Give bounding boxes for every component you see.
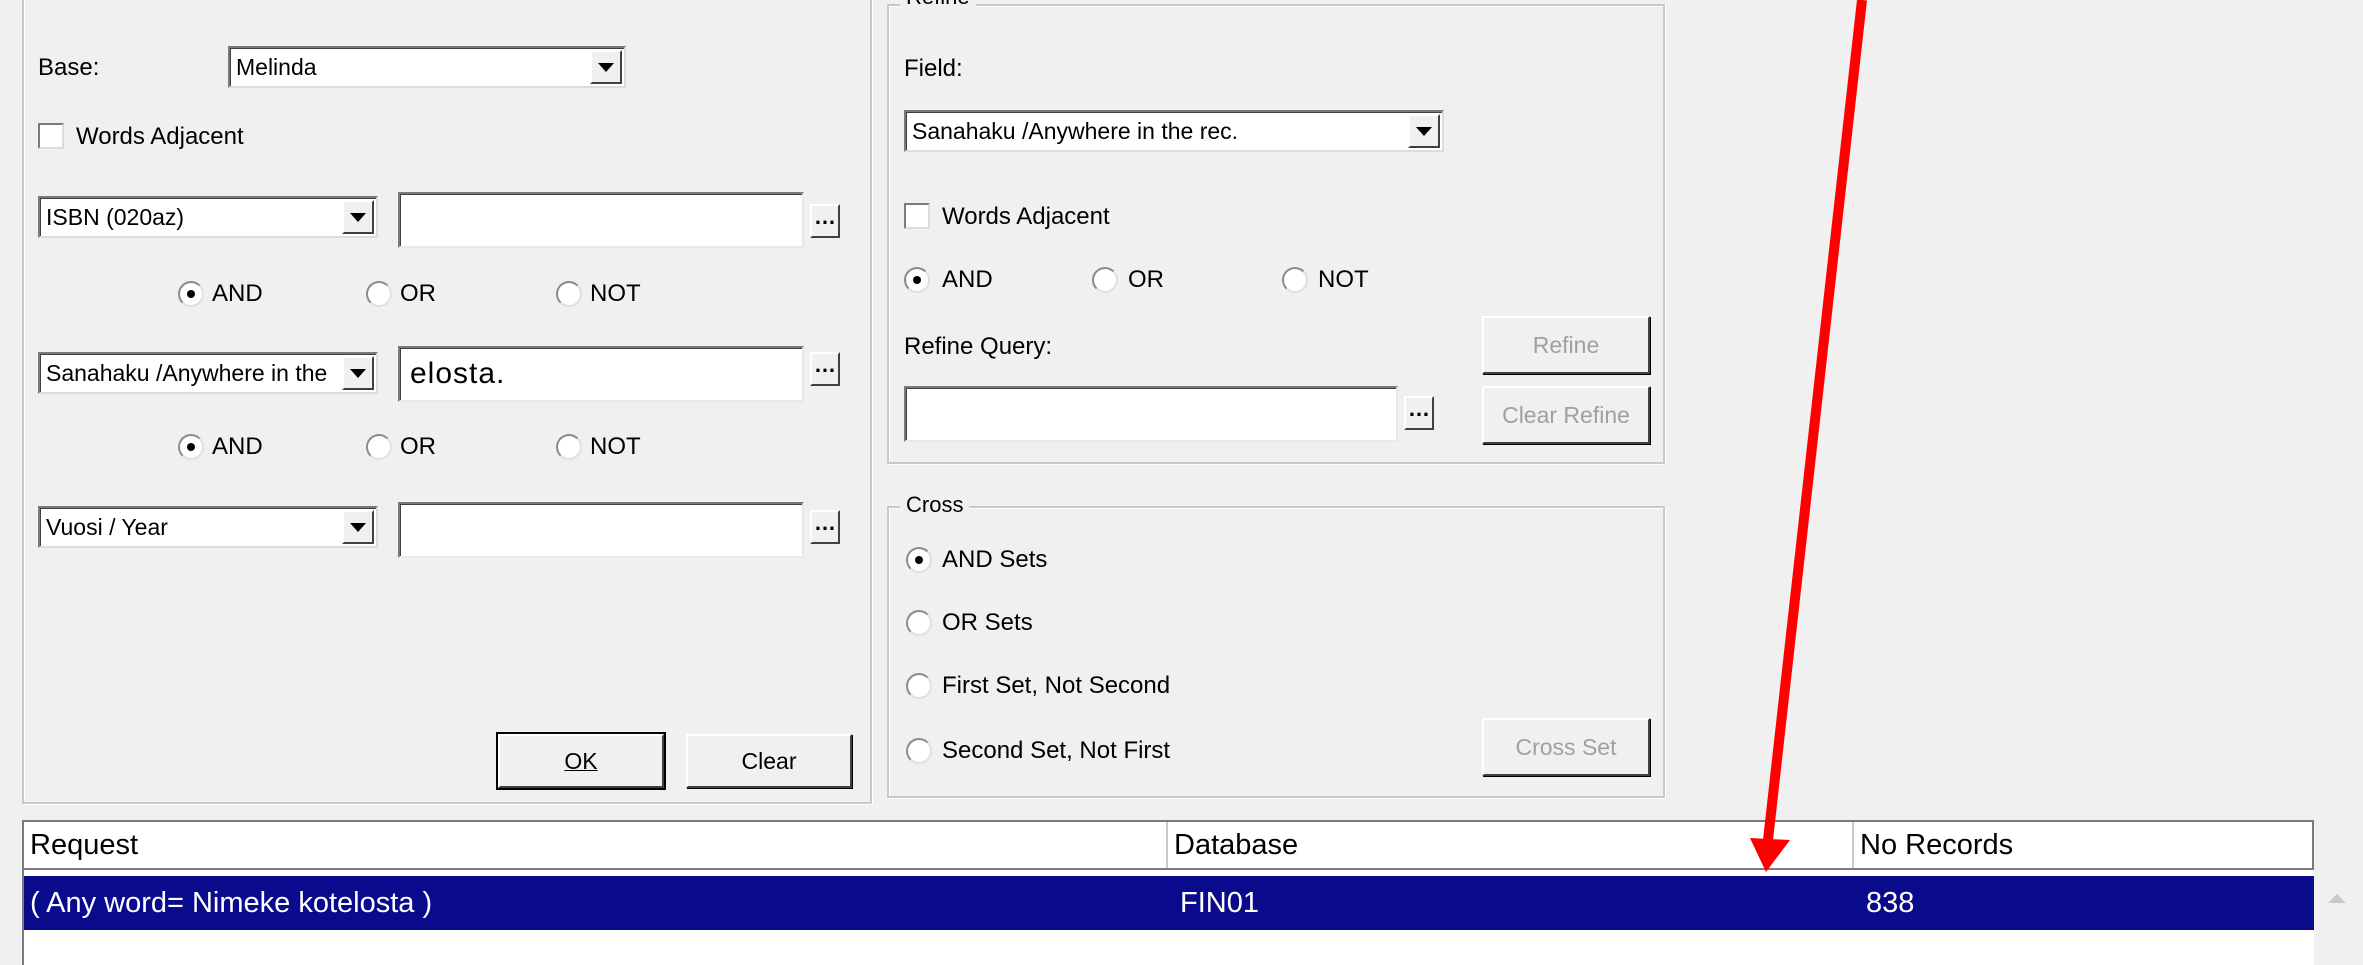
- refine-button[interactable]: Refine: [1482, 316, 1650, 374]
- cross-and-sets-radio[interactable]: [906, 547, 932, 573]
- chevron-down-icon[interactable]: [342, 200, 374, 234]
- refine-and-label: AND: [942, 266, 993, 293]
- refine-legend: Refine: [900, 0, 976, 10]
- cross-or-sets-label: OR Sets: [942, 609, 1033, 636]
- chevron-down-icon[interactable]: [590, 50, 622, 84]
- refine-not-radio[interactable]: [1282, 267, 1308, 293]
- refine-field-label: Field:: [904, 55, 963, 82]
- column-header-database-label: Database: [1174, 828, 1299, 861]
- and-label-1: AND: [212, 280, 263, 307]
- field-select-3[interactable]: Vuosi / Year: [38, 506, 378, 548]
- field-select-2[interactable]: Sanahaku /Anywhere in the: [38, 352, 378, 394]
- results-table: Request Database No Records ( Any word= …: [22, 820, 2314, 965]
- term-input-3[interactable]: [398, 502, 804, 558]
- refine-not-label: NOT: [1318, 266, 1369, 293]
- clear-button[interactable]: Clear: [686, 734, 852, 788]
- refine-or-label: OR: [1128, 266, 1164, 293]
- field-select-3-value: Vuosi / Year: [46, 513, 168, 540]
- column-header-records-label: No Records: [1860, 828, 2014, 861]
- cross-set-button[interactable]: Cross Set: [1482, 718, 1650, 776]
- words-adjacent-label: Words Adjacent: [76, 123, 244, 150]
- scroll-up-arrow-icon[interactable]: [2328, 894, 2346, 903]
- cell-records: 838: [1866, 886, 1915, 919]
- not-radio-1[interactable]: [556, 281, 582, 307]
- and-label-2: AND: [212, 433, 263, 460]
- clear-refine-button-label: Clear Refine: [1502, 401, 1630, 428]
- field-select-2-value: Sanahaku /Anywhere in the: [46, 359, 328, 386]
- clear-refine-button[interactable]: Clear Refine: [1482, 386, 1650, 444]
- results-header: Request Database No Records: [24, 820, 2314, 870]
- column-header-request[interactable]: Request: [24, 822, 1168, 868]
- ellipsis-button-3[interactable]: …: [810, 510, 840, 544]
- cross-or-sets-radio[interactable]: [906, 610, 932, 636]
- refine-ellipsis-button[interactable]: …: [1404, 396, 1434, 430]
- term-input-2[interactable]: elosta.: [398, 346, 804, 402]
- cross-first-not-second-label: First Set, Not Second: [942, 672, 1171, 699]
- ok-button-label: OK: [564, 747, 598, 774]
- not-label-2: NOT: [590, 433, 641, 460]
- base-select[interactable]: Melinda: [228, 46, 626, 88]
- and-radio-1[interactable]: [178, 281, 204, 307]
- refine-or-radio[interactable]: [1092, 267, 1118, 293]
- cross-and-sets-label: AND Sets: [942, 546, 1048, 573]
- cross-legend: Cross: [900, 492, 970, 518]
- search-groupbox: [22, 0, 872, 804]
- column-header-request-label: Request: [30, 828, 139, 861]
- and-radio-2[interactable]: [178, 434, 204, 460]
- chevron-down-icon[interactable]: [342, 356, 374, 390]
- words-adjacent-checkbox[interactable]: [38, 123, 64, 149]
- or-radio-1[interactable]: [366, 281, 392, 307]
- refine-field-select[interactable]: Sanahaku /Anywhere in the rec.: [904, 110, 1444, 152]
- refine-words-adjacent-checkbox[interactable]: [904, 203, 930, 229]
- refine-query-input[interactable]: [904, 386, 1398, 442]
- cell-database: FIN01: [1180, 886, 1259, 919]
- chevron-down-icon[interactable]: [342, 510, 374, 544]
- cross-second-not-first-radio[interactable]: [906, 738, 932, 764]
- cross-set-button-label: Cross Set: [1515, 733, 1617, 760]
- cross-first-not-second-radio[interactable]: [906, 673, 932, 699]
- or-label-1: OR: [400, 280, 436, 307]
- not-label-1: NOT: [590, 280, 641, 307]
- field-select-1[interactable]: ISBN (020az): [38, 196, 378, 238]
- or-label-2: OR: [400, 433, 436, 460]
- vertical-scrollbar[interactable]: [2314, 874, 2363, 965]
- refine-query-label: Refine Query:: [904, 333, 1053, 360]
- ok-button[interactable]: OK: [496, 732, 666, 790]
- annotation-arrow-line: [1763, 0, 1867, 841]
- column-header-database[interactable]: Database: [1168, 822, 1854, 868]
- not-radio-2[interactable]: [556, 434, 582, 460]
- refine-and-radio[interactable]: [904, 267, 930, 293]
- refine-button-label: Refine: [1532, 331, 1600, 358]
- base-select-value: Melinda: [236, 53, 317, 80]
- ellipsis-button-1[interactable]: …: [810, 204, 840, 238]
- cross-second-not-first-label: Second Set, Not First: [942, 737, 1171, 764]
- table-row[interactable]: ( Any word= Nimeke kotelosta ) FIN01 838: [24, 876, 2314, 930]
- refine-words-adjacent-label: Words Adjacent: [942, 203, 1110, 230]
- base-label: Base:: [38, 54, 100, 81]
- column-header-records[interactable]: No Records: [1854, 822, 2314, 868]
- chevron-down-icon[interactable]: [1408, 114, 1440, 148]
- cell-request: ( Any word= Nimeke kotelosta ): [30, 886, 433, 919]
- refine-field-value: Sanahaku /Anywhere in the rec.: [912, 117, 1239, 144]
- ellipsis-button-2[interactable]: …: [810, 352, 840, 386]
- term-input-1[interactable]: [398, 192, 804, 248]
- clear-button-label: Clear: [741, 747, 797, 774]
- or-radio-2[interactable]: [366, 434, 392, 460]
- field-select-1-value: ISBN (020az): [46, 203, 185, 230]
